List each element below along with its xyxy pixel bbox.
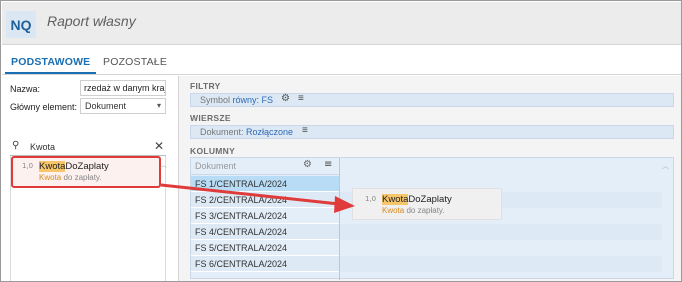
chevron-up-icon[interactable]: ︿ xyxy=(662,161,669,171)
search-input[interactable]: Kwota xyxy=(30,142,55,152)
row-chip[interactable]: Dokument: Rozłączone xyxy=(200,127,293,137)
field-description: Kwota do zapłaty. xyxy=(39,173,102,182)
row-stripe xyxy=(340,224,662,240)
main-element-label: Główny element: xyxy=(10,102,78,112)
main-element-select[interactable]: Dokument ▾ xyxy=(80,98,166,114)
column-header-title: Dokument xyxy=(195,161,237,171)
name-label: Nazwa: xyxy=(10,84,41,94)
table-row[interactable]: FS 2/CENTRALA/2024 xyxy=(191,192,339,208)
field-name-highlight: Kwota xyxy=(382,194,409,205)
tab-pozostale[interactable]: POZOSTAŁE xyxy=(103,56,167,68)
table-row[interactable]: FS 4/CENTRALA/2024 xyxy=(191,224,339,240)
app-window: NQ Raport własny PODSTAWOWE POZOSTAŁE Na… xyxy=(0,0,682,282)
gear-icon[interactable]: ⚙ xyxy=(281,93,290,104)
gear-icon[interactable]: ⚙ xyxy=(303,159,312,170)
column-header[interactable]: Dokument ⚙ ≡ xyxy=(191,158,339,175)
kolumny-section-title: KOLUMNY xyxy=(190,146,236,156)
field-name-highlight: Kwota xyxy=(39,161,66,172)
field-type: 1,0 xyxy=(365,195,377,203)
field-search[interactable]: ⚲ Kwota ✕ xyxy=(10,139,166,156)
table-row[interactable]: FS 5/CENTRALA/2024 xyxy=(191,240,339,256)
chevron-up-icon[interactable]: ︿ xyxy=(160,160,167,170)
filter-chip-value: równy: FS xyxy=(232,95,274,105)
menu-icon[interactable]: ≡ xyxy=(298,93,304,104)
app-logo: NQ xyxy=(6,11,36,38)
filtry-section-title: FILTRY xyxy=(190,81,221,91)
filter-chip[interactable]: Symbol równy: FS xyxy=(200,95,273,105)
field-name-rest: DoZaplaty xyxy=(408,194,452,205)
report-design-panel: FILTRY Symbol równy: FS ⚙ ≡ WIERSZE Doku… xyxy=(178,76,681,281)
left-panel: Nazwa: rzedaż w danym kraju Główny eleme… xyxy=(2,76,177,281)
header: NQ Raport własny xyxy=(2,2,681,45)
field-desc-highlight: Kwota xyxy=(382,206,405,215)
field-desc-highlight: Kwota xyxy=(39,173,62,182)
field-desc-rest: do zapłaty. xyxy=(61,173,102,182)
field-type: 1,0 xyxy=(22,162,34,170)
wiersze-drop-zone[interactable]: Dokument: Rozłączone ≡ xyxy=(190,125,674,139)
name-field[interactable]: rzedaż w danym kraju xyxy=(80,80,166,96)
row-chip-label: Dokument: xyxy=(200,127,247,137)
close-icon[interactable]: ✕ xyxy=(154,139,164,153)
main-element-value: Dokument xyxy=(85,101,127,111)
field-item-kwota-do-zaplaty[interactable]: 1,0 KwotaDoZaplaty Kwota do zapłaty. xyxy=(11,156,161,188)
table-row[interactable]: FS 6/CENTRALA/2024 xyxy=(191,256,339,272)
field-desc-rest: do zapłaty. xyxy=(404,206,445,215)
drag-preview-kwota-do-zaplaty: 1,0 KwotaDoZaplaty Kwota do zapłaty. xyxy=(352,188,502,220)
field-list: 1,0 KwotaDoZaplaty Kwota do zapłaty. ︿ xyxy=(10,156,167,281)
field-name-rest: DoZaplaty xyxy=(65,161,109,172)
tab-podstawowe[interactable]: PODSTAWOWE xyxy=(4,56,97,74)
menu-icon[interactable]: ≡ xyxy=(324,159,332,170)
filter-chip-label: Symbol xyxy=(200,95,233,105)
page-title: Raport własny xyxy=(47,13,136,29)
table-row[interactable]: FS 1/CENTRALA/2024 xyxy=(191,176,339,192)
tab-bar: PODSTAWOWE POZOSTAŁE xyxy=(2,51,681,75)
search-icon: ⚲ xyxy=(12,140,20,151)
field-name: KwotaDoZaplaty xyxy=(39,161,109,172)
field-description: Kwota do zapłaty. xyxy=(382,206,445,215)
filtry-drop-zone[interactable]: Symbol równy: FS ⚙ ≡ xyxy=(190,93,674,107)
row-stripe xyxy=(340,256,662,272)
field-name: KwotaDoZaplaty xyxy=(382,194,452,205)
row-chip-value: Rozłączone xyxy=(246,127,294,137)
table-row[interactable]: FS 3/CENTRALA/2024 xyxy=(191,208,339,224)
menu-icon[interactable]: ≡ xyxy=(302,125,308,136)
wiersze-section-title: WIERSZE xyxy=(190,113,231,123)
chevron-down-icon: ▾ xyxy=(156,101,161,110)
